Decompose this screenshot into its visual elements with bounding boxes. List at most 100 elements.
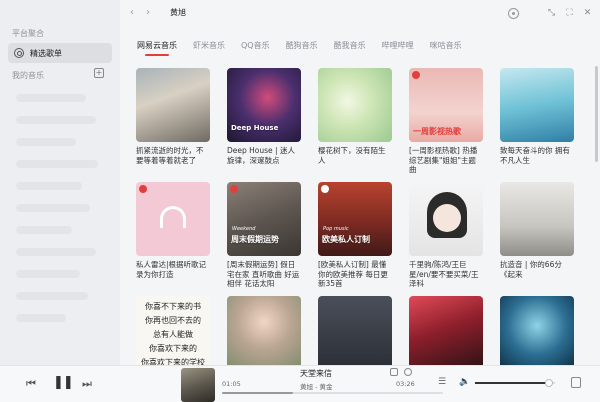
volume-fill <box>475 382 549 384</box>
playlist-card[interactable] <box>318 296 392 365</box>
volume-icon[interactable]: 🔈 <box>459 377 470 387</box>
next-icon[interactable]: ⏭ <box>82 377 92 391</box>
volume-slider[interactable] <box>475 379 555 387</box>
playlist-cover <box>409 296 483 365</box>
playlist-card[interactable]: 樱花树下，没有陌生人 <box>318 68 392 174</box>
cover-label: 一周影视热歌 <box>413 127 461 136</box>
badge-icon <box>139 185 147 193</box>
cover-label: 欧美私人订制 <box>322 235 370 244</box>
sidebar-item-label: 精选歌单 <box>30 48 62 58</box>
scrollbar[interactable] <box>595 66 598 162</box>
tab-migu[interactable]: 咪咕音乐 <box>430 40 462 56</box>
total-time: 03:26 <box>396 380 415 388</box>
poem-line: 你喜欢下来的学校 <box>141 358 205 365</box>
playlist-card[interactable]: 抓紧流逝的时光，不要等着等着就老了 <box>136 68 210 174</box>
poem-line: 你喜欢下来的 <box>149 344 197 353</box>
playlist-card[interactable]: Deep House Deep House | 迷人旋律，深邃鼓点 <box>227 68 301 174</box>
disc-icon <box>14 48 24 58</box>
song-title: 天堂来信 <box>300 369 332 378</box>
playlist-cover <box>500 182 574 256</box>
playlist-card[interactable]: 你喜不下来的书 你再也回不去的 总有人能做 你喜欢下来的 你喜欢下来的学校 <box>136 296 210 365</box>
playlist-title: 樱花树下，没有陌生人 <box>318 146 386 165</box>
playlist-card[interactable] <box>227 296 301 365</box>
cover-sub-label: Weekend <box>232 226 256 232</box>
lyrics-icon[interactable] <box>571 377 581 388</box>
playlist-title: 致每天奋斗的你 拥有不凡人生 <box>500 146 570 165</box>
playlist-title: Deep House | 迷人旋律，深邃鼓点 <box>227 146 295 165</box>
playlist-card[interactable] <box>409 296 483 365</box>
section-my-music-label: 我的音乐 <box>12 71 44 80</box>
back-arrow-icon[interactable]: ‹ <box>130 7 134 18</box>
poem-line: 总有人能做 <box>153 330 193 339</box>
anime-face <box>433 204 461 232</box>
playlist-cover: 你喜不下来的书 你再也回不去的 总有人能做 你喜欢下来的 你喜欢下来的学校 <box>136 296 210 365</box>
gear-icon[interactable] <box>508 8 519 19</box>
playlist-title: [一周影视热歌] 热播综艺剧集"姐姐"主题曲 <box>409 146 478 174</box>
playlist-cover: Deep House <box>227 68 301 142</box>
playlist-card[interactable]: 一周影视热歌 [一周影视热歌] 热播综艺剧集"姐姐"主题曲 <box>409 68 483 174</box>
tab-kuwo[interactable]: 酷我音乐 <box>334 40 366 56</box>
playlist-cover <box>500 68 574 142</box>
playlist-title: 抗造音 | 你的66分《起来 <box>500 260 562 279</box>
sidebar: 平台聚合 精选歌单 我的音乐 + <box>0 0 120 365</box>
playlist-cover: Pop music 欧美私人订制 <box>318 182 392 256</box>
album-thumbnail[interactable] <box>181 368 215 402</box>
cover-label: Deep House <box>231 124 279 132</box>
share-icon[interactable] <box>390 368 398 376</box>
playlist-cover <box>318 296 392 365</box>
tab-bilibili[interactable]: 哔哩哔哩 <box>382 40 414 56</box>
progress-fill <box>222 392 293 394</box>
poem-line: 你再也回不去的 <box>145 316 201 325</box>
playlist-cover: 一周影视热歌 <box>409 68 483 142</box>
playlist-card[interactable]: 致每天奋斗的你 拥有不凡人生 <box>500 68 574 174</box>
cover-sub-label: Pop music <box>323 226 349 232</box>
previous-icon[interactable]: ⏮ <box>26 377 36 391</box>
playlist-cover <box>500 296 574 365</box>
search-input[interactable]: 黄旭 <box>166 5 466 21</box>
tab-netease[interactable]: 网易云音乐 <box>137 40 177 56</box>
volume-knob[interactable] <box>544 379 553 387</box>
playlist-cover: Weekend 周末假期运势 <box>227 182 301 256</box>
playlist-card[interactable]: Weekend 周末假期运势 [周末假期运势] 假日宅在家 直听歌曲 好运相伴 … <box>227 182 301 288</box>
pause-icon[interactable]: ❚❚ <box>53 375 74 390</box>
forward-arrow-icon[interactable]: › <box>146 7 150 18</box>
tab-xiami[interactable]: 虾米音乐 <box>193 40 225 56</box>
progress-bar[interactable] <box>222 392 443 394</box>
playlist-card[interactable]: 千里驹/陈鸿/王巨星/en/要不要买菜/王泽科 <box>409 182 483 288</box>
playlist-title: [欧美私人订制] 最懂你的欧美推荐 每日更新35首 <box>318 260 388 288</box>
cover-label: 周末假期运势 <box>231 235 279 244</box>
poem-line: 你喜不下来的书 <box>145 302 201 311</box>
playlist-cover <box>227 296 301 365</box>
playlist-card[interactable]: 抗造音 | 你的66分《起来 <box>500 182 574 288</box>
playlist-title: 私人雷达|根据听歌记录为你打造 <box>136 260 207 279</box>
tab-qq[interactable]: QQ音乐 <box>241 40 270 56</box>
sidebar-blurred-list <box>0 80 120 365</box>
playlist-cover <box>136 68 210 142</box>
playlist-card[interactable]: Pop music 欧美私人订制 [欧美私人订制] 最懂你的欧美推荐 每日更新3… <box>318 182 392 288</box>
playlist-grid: 抓紧流逝的时光，不要等着等着就老了 Deep House Deep House … <box>136 68 584 365</box>
playlist-title: 千里驹/陈鸿/王巨星/en/要不要买菜/王泽科 <box>409 260 479 288</box>
playlist-title: 抓紧流逝的时光，不要等着等着就老了 <box>136 146 204 165</box>
playlist-queue-icon[interactable]: ☰ <box>438 377 446 387</box>
section-platform-label: 平台聚合 <box>12 29 44 38</box>
tab-kugou[interactable]: 酷狗音乐 <box>286 40 318 56</box>
badge-icon <box>321 185 329 193</box>
source-tabs: 网易云音乐 虾米音乐 QQ音乐 酷狗音乐 酷我音乐 哔哩哔哩 咪咕音乐 <box>137 40 462 56</box>
playlist-card[interactable]: 私人雷达|根据听歌记录为你打造 <box>136 182 210 288</box>
playlist-card[interactable] <box>500 296 574 365</box>
badge-icon <box>230 185 238 193</box>
fullscreen-icon[interactable]: ⛶ <box>564 8 575 19</box>
sidebar-item-featured-playlists[interactable]: 精选歌单 <box>8 43 112 63</box>
playlist-cover <box>318 68 392 142</box>
current-time: 01:05 <box>222 380 241 388</box>
plus-icon[interactable]: + <box>94 68 104 78</box>
playlist-cover <box>409 182 483 256</box>
playlist-cover <box>136 182 210 256</box>
headphones-icon <box>160 206 186 228</box>
close-icon[interactable]: ✕ <box>582 8 593 19</box>
top-bar: ‹ › 黄旭 ⤡ ⛶ ✕ <box>120 0 600 28</box>
playlist-title: [周末假期运势] 假日宅在家 直听歌曲 好运相伴 花话太阳 <box>227 260 300 288</box>
loop-icon[interactable] <box>404 368 412 376</box>
badge-icon <box>412 71 420 79</box>
collapse-icon[interactable]: ⤡ <box>546 8 557 19</box>
